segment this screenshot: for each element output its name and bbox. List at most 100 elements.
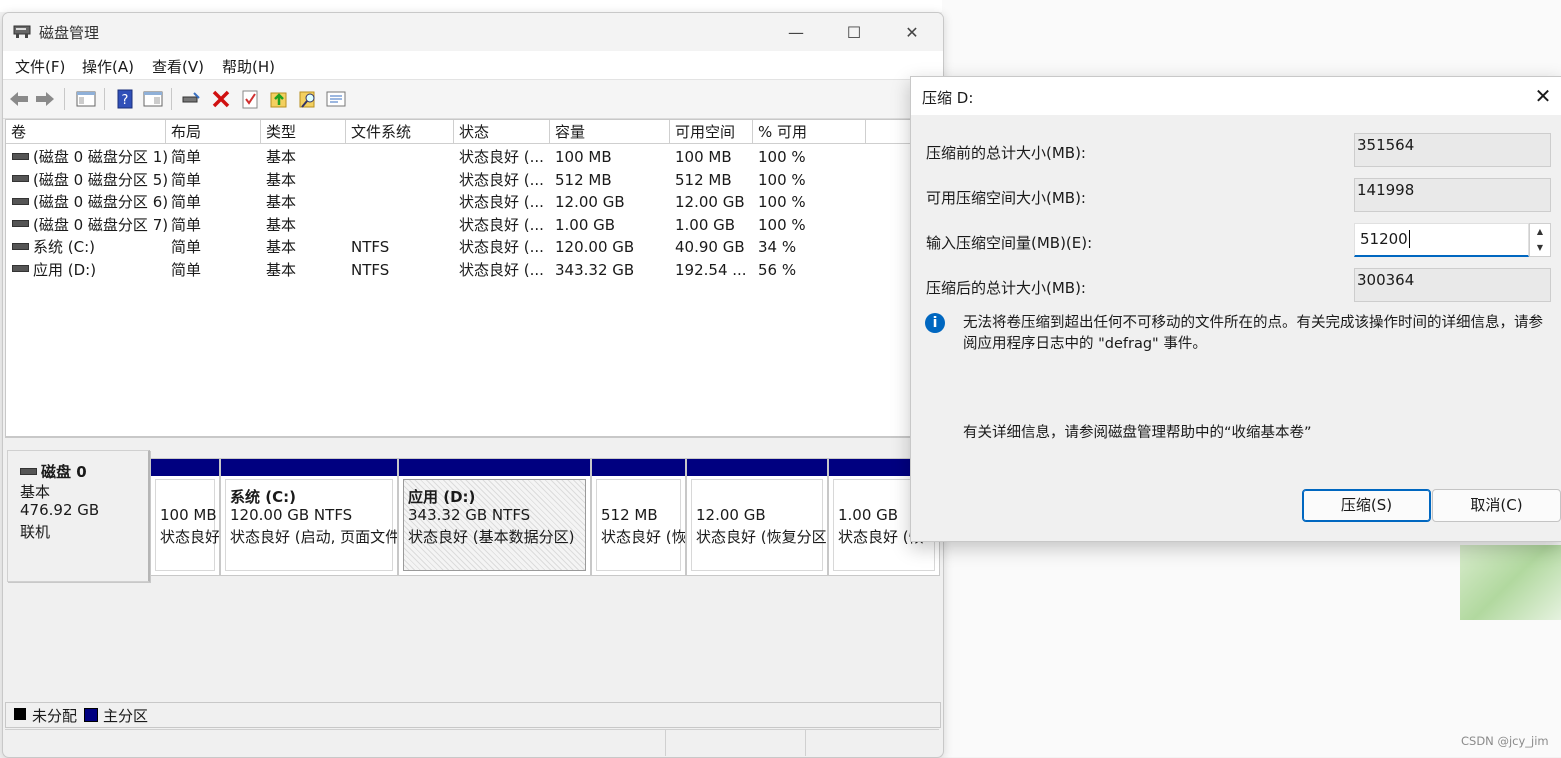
forward-icon[interactable] [35,89,55,109]
drive-icon [12,152,29,160]
table-cell: 状态良好 (... [459,170,544,189]
partition-app-d[interactable]: 应用 (D:) 343.32 GB NTFS 状态良好 (基本数据分区) [398,458,591,576]
title-bar[interactable]: 磁盘管理 — ☐ ✕ [3,13,943,51]
volume-name: 系统 (C:) [33,238,95,256]
column-header-filesystem[interactable]: 文件系统 [346,120,454,144]
properties-icon[interactable] [326,89,346,109]
table-cell: (磁盘 0 磁盘分区 5) [9,169,168,191]
table-cell: 状态良好 (... [459,193,544,211]
partition-bar [687,459,827,476]
column-header-status[interactable]: 状态 [454,120,550,144]
status-divider [805,730,806,756]
show-hide-console-tree-icon[interactable] [76,89,96,109]
disk-name: 磁盘 0 [20,461,87,482]
cancel-button[interactable]: 取消(C) [1432,489,1561,522]
table-cell: 343.32 GB [555,260,635,279]
table-cell: 34 % [758,238,797,256]
table-cell: 简单 [171,148,202,166]
table-cell: 512 MB [555,170,612,189]
delete-icon[interactable] [211,89,231,109]
column-header-capacity[interactable]: 容量 [550,120,670,144]
back-icon[interactable] [9,89,29,109]
table-row[interactable]: 应用 (D:) 简单 基本 NTFS 状态良好 (... 343.32 GB 192.54 … [6,259,936,281]
menu-help[interactable]: 帮助(H) [222,56,275,77]
column-header-type[interactable]: 类型 [261,120,346,144]
search-icon[interactable] [298,89,318,109]
column-header-layout[interactable]: 布局 [166,120,261,144]
volume-name: (磁盘 0 磁盘分区 5) [33,170,169,189]
disk-size: 476.92 GB [20,501,100,519]
available-value: 141998 [1354,178,1551,212]
table-cell: 1.00 GB [675,215,736,234]
table-row[interactable]: (磁盘 0 磁盘分区 7) 简单 基本 状态良好 (... 1.00 GB 1.00 GB… [6,214,936,236]
watermark: CSDN @jcy_jim [1461,734,1549,748]
partition-size: 1.00 GB [838,506,899,524]
check-icon[interactable] [240,89,260,109]
column-header-percent-free[interactable]: % 可用 [753,120,866,144]
partition-strip: 100 MB 状态良好 系统 (C:) 120.00 GB NTFS 状态良好 … [150,458,940,576]
svg-text:?: ? [122,93,129,108]
table-cell: 状态良好 (... [459,148,544,166]
menu-action[interactable]: 操作(A) [82,56,134,77]
spin-up-icon[interactable]: ▲ [1530,224,1550,240]
table-cell: 100 % [758,148,806,166]
table-cell: 简单 [171,238,202,256]
toolbar-separator [171,88,172,110]
partition-system-c[interactable]: 系统 (C:) 120.00 GB NTFS 状态良好 (启动, 页面文件 [220,458,398,576]
partition-size: 343.32 GB NTFS [408,506,531,524]
partition-status: 状态良好 (恢复分区 [696,528,827,546]
disk-0-label[interactable]: 磁盘 0 基本 476.92 GB 联机 [7,450,150,582]
spin-down-icon[interactable]: ▼ [1530,240,1550,256]
table-cell: NTFS [351,238,390,256]
shrink-amount-stepper[interactable]: ▲ ▼ [1529,223,1551,257]
table-row[interactable]: (磁盘 0 磁盘分区 6) 简单 基本 状态良好 (... 12.00 GB 12.00 … [6,191,936,213]
partition-6[interactable]: 12.00 GB 状态良好 (恢复分区 [686,458,828,576]
partition-title: 系统 (C:) [230,488,296,506]
dialog-close-icon[interactable]: ✕ [1531,85,1555,109]
table-cell: 系统 (C:) [9,236,95,258]
drive-icon [12,197,29,205]
partition-size: 12.00 GB [696,506,766,524]
close-button[interactable]: ✕ [889,15,935,49]
legend-swatch-primary [84,708,98,722]
volume-list: 卷 布局 类型 文件系统 状态 容量 可用空间 % 可用 (磁盘 0 磁盘分区 … [5,119,937,437]
table-row[interactable]: (磁盘 0 磁盘分区 1) 简单 基本 状态良好 (... 100 MB 100 MB 10… [6,146,936,168]
table-cell: 192.54 ... [675,260,747,279]
total-before-label: 压缩前的总计大小(MB): [926,144,1086,162]
partition-bar [399,459,590,476]
dialog-title-bar[interactable]: 压缩 D: ✕ [911,77,1561,115]
table-cell: (磁盘 0 磁盘分区 6) [9,191,168,213]
partition-bar [221,459,397,476]
drive-icon [20,467,37,475]
shrink-amount-input[interactable]: 51200 [1354,223,1529,257]
menu-bar: 文件(F) 操作(A) 查看(V) 帮助(H) [3,51,943,79]
table-cell: 1.00 GB [555,215,616,234]
table-cell: 基本 [266,193,297,211]
table-row[interactable]: (磁盘 0 磁盘分区 5) 简单 基本 状态良好 (... 512 MB 512 MB 10… [6,169,936,191]
shrink-button[interactable]: 压缩(S) [1302,489,1431,522]
volume-name: (磁盘 0 磁盘分区 7) [33,215,169,234]
connect-drive-icon[interactable] [181,89,201,109]
partition-status: 状态良好 [160,528,220,546]
menu-view[interactable]: 查看(V) [152,56,204,77]
help-icon[interactable]: ? [115,89,135,109]
table-row[interactable]: 系统 (C:) 简单 基本 NTFS 状态良好 (... 120.00 GB 40.90 G… [6,236,936,258]
column-header-free-space[interactable]: 可用空间 [670,120,753,144]
partition-5[interactable]: 512 MB 状态良好 (恢 [591,458,686,576]
maximize-button[interactable]: ☐ [831,15,877,49]
partition-title: 应用 (D:) [408,488,476,506]
disk-management-icon [13,25,31,38]
minimize-button[interactable]: — [773,15,819,49]
column-header-volume[interactable]: 卷 [6,120,166,144]
table-cell: 简单 [171,215,202,234]
table-cell: 12.00 GB [675,193,745,211]
partition-1[interactable]: 100 MB 状态良好 [150,458,220,576]
table-cell: 基本 [266,148,297,166]
volume-name: 应用 (D:) [33,260,97,279]
partition-body: 512 MB 状态良好 (恢 [596,479,685,571]
partition-status: 状态良好 (基本数据分区) [408,528,575,546]
properties-view-icon[interactable] [143,89,163,109]
import-icon[interactable] [269,89,289,109]
menu-file[interactable]: 文件(F) [15,56,65,77]
info-text: 无法将卷压缩到超出任何不可移动的文件所在的点。有关完成该操作时间的详细信息，请参… [963,315,1543,352]
